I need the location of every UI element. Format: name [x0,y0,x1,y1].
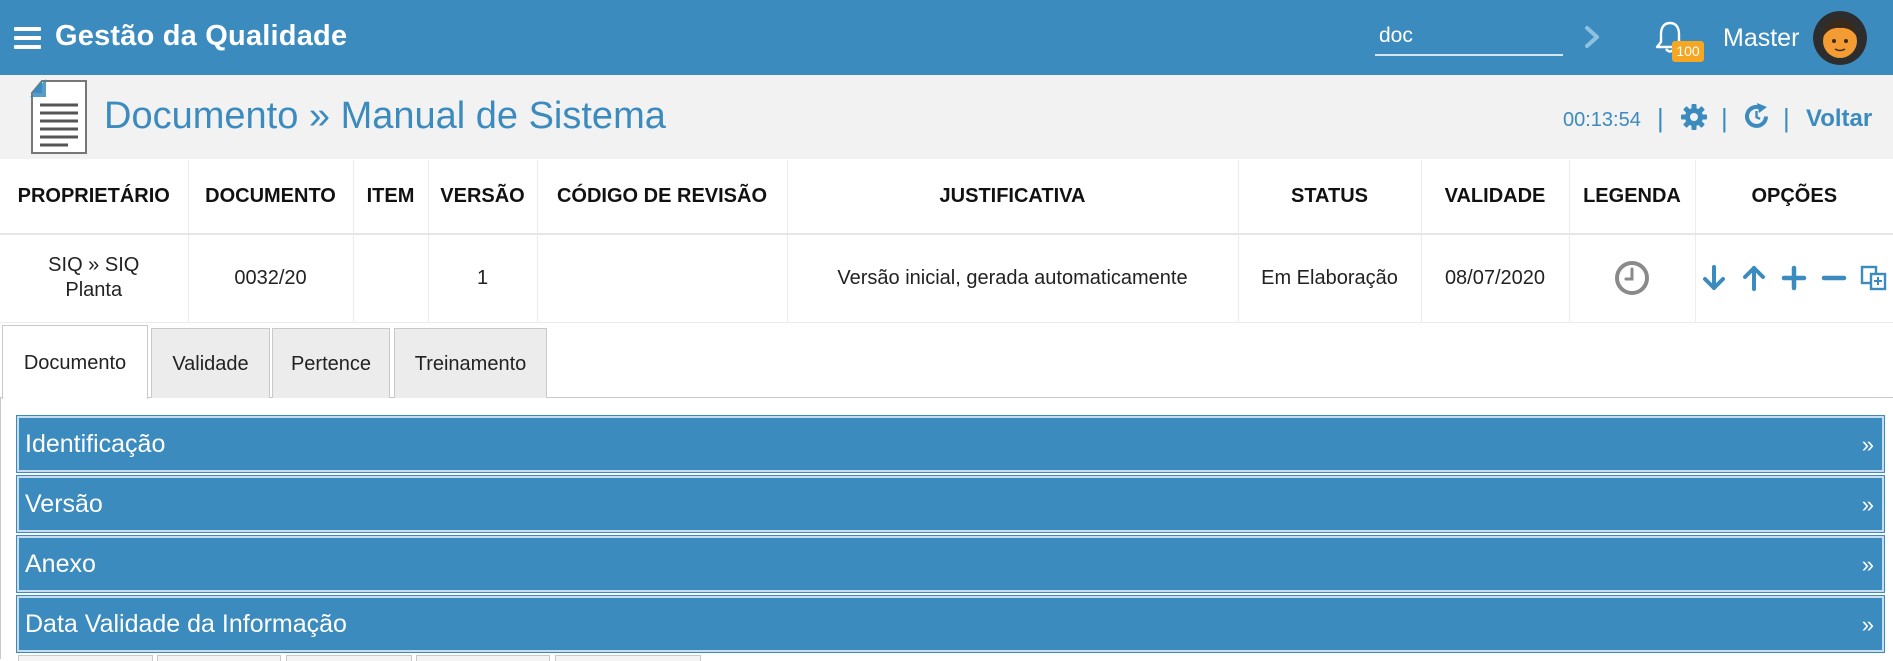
column-header: DOCUMENTO [188,160,354,235]
document-cell: 0032/20 [188,234,354,323]
section-data-validade[interactable]: Data Validade da Informação » [16,595,1885,653]
session-timer: 00:13:54 [1563,109,1641,131]
copy-icon[interactable] [1860,264,1888,292]
tab-treinamento[interactable]: Treinamento [394,328,547,398]
avatar[interactable] [1813,11,1867,65]
arrow-up-icon[interactable] [1740,264,1768,292]
column-header: STATUS [1238,160,1422,235]
expand-arrow-icon: » [1861,432,1874,457]
back-link[interactable]: Voltar [1806,105,1872,133]
revision-code-cell [537,234,788,323]
lower-tab[interactable] [18,655,153,661]
validity-cell: 08/07/2020 [1421,234,1570,323]
notification-count-badge[interactable]: 100 [1672,41,1704,62]
column-header: OPÇÕES [1695,160,1893,235]
app-title: Gestão da Qualidade [55,20,348,52]
section-title: Versão [25,490,103,518]
status-cell: Em Elaboração [1238,234,1422,323]
column-header: PROPRIETÁRIO [0,160,189,235]
top-navbar: Gestão da Qualidade 100 Master [0,0,1893,75]
page-header: Documento » Manual de Sistema 00:13:54 |… [0,75,1893,159]
section-anexo[interactable]: Anexo » [16,535,1885,593]
tab-validade[interactable]: Validade [151,328,270,398]
column-header: CÓDIGO DE REVISÃO [537,160,788,235]
tab-pertence[interactable]: Pertence [272,328,390,398]
document-info-table: PROPRIETÁRIO DOCUMENTO ITEM VERSÃO CÓDIG… [0,160,1893,323]
gear-icon[interactable] [1680,103,1708,131]
tab-bar: Documento Validade Pertence Treinamento [0,325,1893,399]
version-cell: 1 [428,234,538,323]
section-identificacao[interactable]: Identificação » [16,415,1885,473]
expand-arrow-icon: » [1861,552,1874,577]
user-name[interactable]: Master [1723,24,1799,53]
table-header-row: PROPRIETÁRIO DOCUMENTO ITEM VERSÃO CÓDIG… [0,160,1893,235]
expand-arrow-icon: » [1861,612,1874,637]
page-title: Documento » Manual de Sistema [104,95,666,137]
document-icon [30,79,87,154]
search-input[interactable] [1375,18,1563,56]
table-row: SIQ » SIQ Planta 0032/20 1 Versão inicia… [0,234,1893,323]
lower-tab[interactable] [157,655,281,661]
section-title: Anexo [25,550,96,578]
refresh-icon[interactable] [1742,102,1771,131]
clock-icon [1615,261,1649,296]
section-versao[interactable]: Versão » [16,475,1885,533]
hamburger-menu-icon[interactable] [14,27,41,49]
column-header: ITEM [353,160,429,235]
section-title: Identificação [25,430,166,458]
lower-tab[interactable] [555,655,701,661]
column-header: VERSÃO [428,160,538,235]
justification-cell: Versão inicial, gerada automaticamente [787,234,1239,323]
column-header: JUSTIFICATIVA [787,160,1239,235]
column-header: LEGENDA [1569,160,1696,235]
chevron-right-icon[interactable] [1581,22,1603,52]
column-header: VALIDADE [1421,160,1570,235]
legend-cell [1569,234,1696,323]
section-title: Data Validade da Informação [25,610,347,638]
divider: | [1657,103,1664,133]
divider: | [1783,103,1790,133]
item-cell [353,234,429,323]
plus-icon[interactable] [1780,264,1808,292]
expand-arrow-icon: » [1861,492,1874,517]
minus-icon[interactable] [1820,264,1848,292]
tab-documento[interactable]: Documento [2,325,148,399]
arrow-down-icon[interactable] [1700,264,1728,292]
owner-cell: SIQ » SIQ Planta [0,234,189,323]
divider: | [1721,103,1728,133]
lower-tab[interactable] [286,655,412,661]
lower-tab[interactable] [416,655,550,661]
options-cell [1695,234,1893,323]
